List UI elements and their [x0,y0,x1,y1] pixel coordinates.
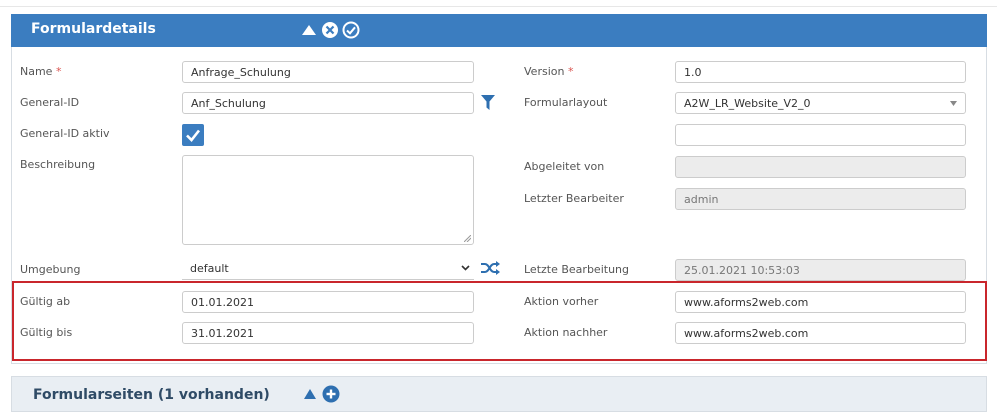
version-field[interactable] [675,61,966,83]
panel-header: Formulardetails [11,14,987,47]
general-id-active-label: General-ID aktiv [20,127,110,140]
last-editor-field [675,188,966,210]
form-pages-title: Formularseiten (1 vorhanden) [33,387,270,403]
environment-select[interactable]: default [182,258,474,280]
version-label: Version * [524,65,574,78]
environment-value: default [190,262,229,275]
chevron-down-icon [461,265,470,271]
filter-icon[interactable] [481,95,495,110]
top-divider [0,6,997,7]
environment-label: Umgebung [20,263,81,276]
add-circle-icon[interactable] [322,385,340,403]
name-label: Name * [20,65,62,78]
caret-down-icon [950,101,957,106]
checkmark-icon [186,129,201,142]
resize-handle-icon[interactable] [464,235,471,242]
description-textarea[interactable] [182,155,474,245]
last-edit-field [675,259,966,281]
form-layout-label: Formularlayout [524,96,608,109]
derived-from-label: Abgeleitet von [524,160,605,173]
form-pages-section: Formularseiten (1 vorhanden) [11,376,987,412]
general-id-active-checkbox[interactable] [182,124,204,146]
last-editor-label: Letzter Bearbeiter [524,192,624,205]
form-layout-select[interactable]: A2W_LR_Website_V2_0 [675,92,966,114]
shuffle-icon[interactable] [480,260,500,276]
derived-from-field [675,156,966,178]
panel-title: Formulardetails [31,21,156,37]
general-id-label: General-ID [20,96,80,109]
description-label: Beschreibung [20,158,96,171]
close-circle-icon[interactable] [321,21,339,39]
collapse-up-icon[interactable] [303,388,317,400]
highlight-box [12,281,987,361]
extra-field[interactable] [675,124,966,146]
collapse-up-icon[interactable] [300,21,318,39]
form-layout-value: A2W_LR_Website_V2_0 [684,97,811,110]
name-field[interactable] [182,61,474,83]
last-edit-label: Letzte Bearbeitung [524,263,629,276]
check-circle-icon[interactable] [342,21,360,39]
general-id-field[interactable] [182,92,474,114]
